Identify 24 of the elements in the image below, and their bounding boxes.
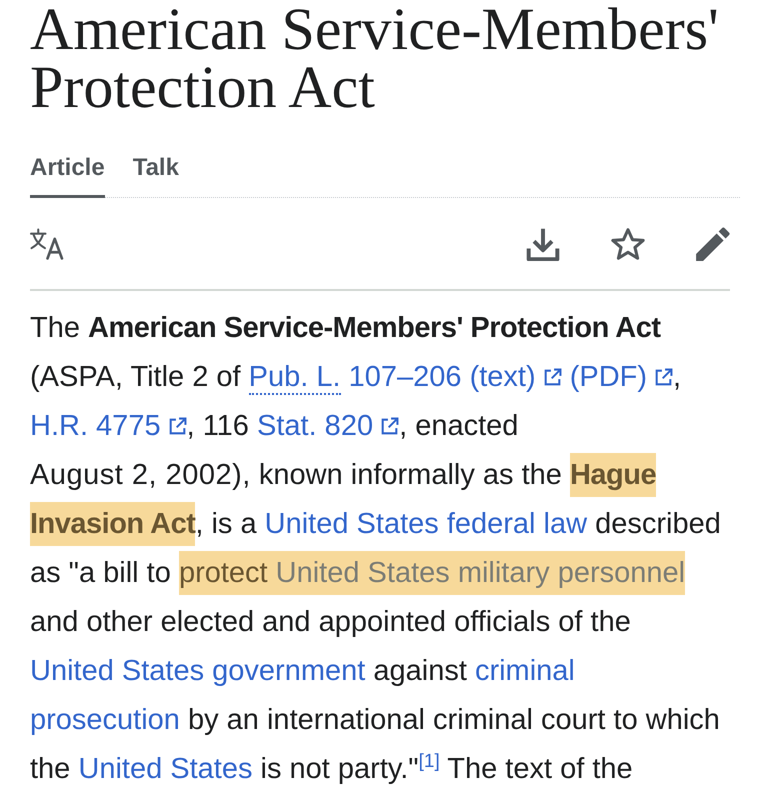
external-link[interactable]: Stat. 820 [256,410,400,442]
article-link[interactable]: criminal [474,655,575,687]
citation-link[interactable]: [1] [418,750,440,772]
pencil-icon[interactable] [696,226,730,260]
article-link[interactable]: United States government [30,655,366,687]
external-link[interactable]: Pub. L. 107–206 (text) [248,361,562,393]
external-link[interactable]: H.R. 4775 [30,410,187,442]
highlighted-text: Hague [570,453,656,497]
external-link-icon [168,417,187,436]
article-link[interactable]: prosecution [30,704,180,736]
page-title: American Service-Members' Protection Act [30,0,720,116]
tab[interactable]: Article [30,147,105,198]
external-link-icon [542,368,562,387]
star-icon[interactable] [611,226,645,260]
download-icon[interactable] [526,226,560,260]
external-link[interactable]: (PDF) [570,361,674,393]
external-link-icon [654,368,674,387]
language-icon[interactable] [30,226,64,260]
article-link[interactable]: United States [78,753,252,785]
external-link-icon [380,417,400,436]
highlighted-text: protect [178,551,276,595]
article-link[interactable]: United States federal law [264,508,588,540]
tab[interactable]: Talk [132,147,179,198]
article-link[interactable]: United States military personnel [276,551,686,595]
